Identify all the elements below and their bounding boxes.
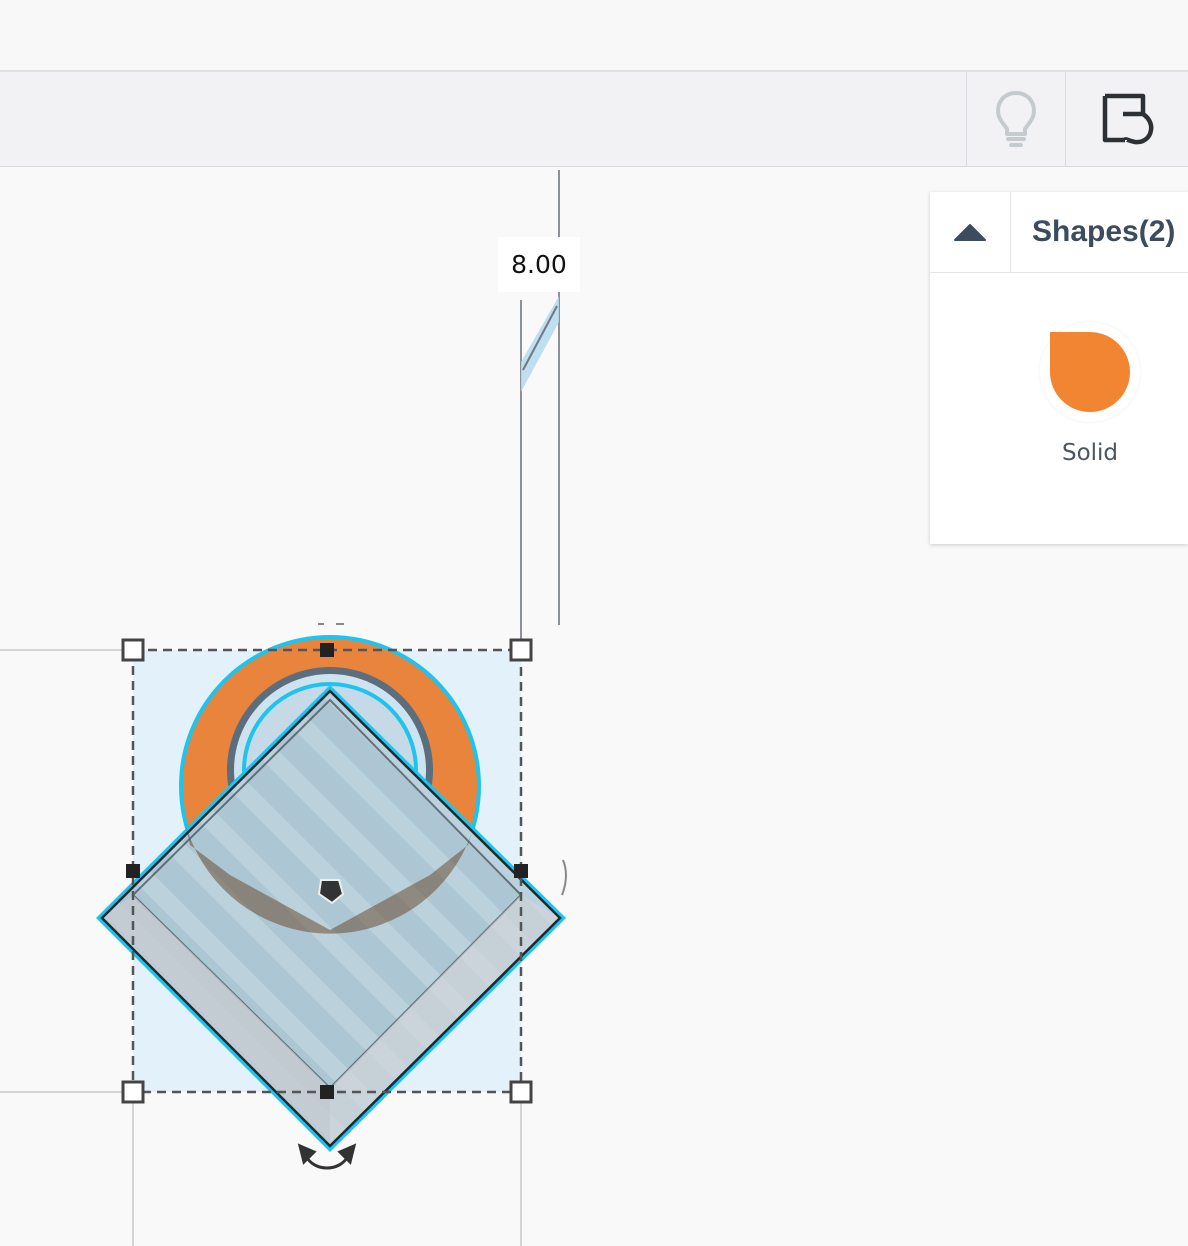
caret-up-icon	[954, 224, 986, 241]
height-dimension-label[interactable]: 8.00	[498, 237, 580, 292]
height-indicator	[521, 296, 559, 392]
rotate-icon[interactable]	[297, 1143, 357, 1170]
shapes-panel: Shapes(2) Solid	[930, 192, 1188, 544]
top-strip	[0, 0, 1188, 72]
solid-label: Solid	[1061, 440, 1119, 466]
solid-swatch-icon	[1050, 332, 1130, 412]
hint-button[interactable]	[966, 72, 1065, 166]
shapes-panel-header: Shapes(2)	[930, 192, 1188, 273]
rotate-guide-arc	[561, 859, 567, 896]
collapse-button[interactable]	[930, 192, 1011, 272]
solid-color-button[interactable]	[1040, 322, 1140, 422]
lightbulb-icon	[996, 91, 1036, 147]
view-toolbar	[0, 72, 1188, 167]
note-button[interactable]	[1065, 72, 1188, 166]
note-icon	[1102, 93, 1153, 145]
shapes-panel-title: Shapes(2)	[1032, 215, 1176, 248]
